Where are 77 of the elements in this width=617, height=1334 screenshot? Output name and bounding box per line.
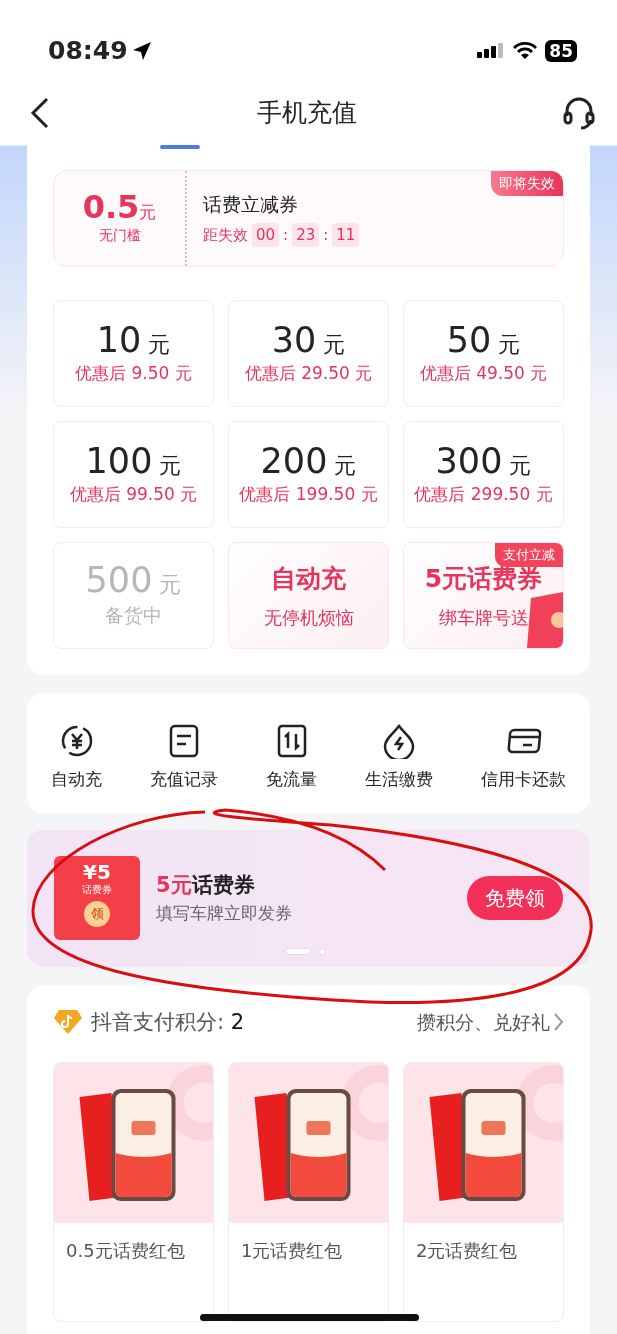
amount-unit: 元 [333,452,357,478]
coupon-amount: 0.5 [82,187,140,226]
promo-option[interactable]: 自动充 无停机烦恼 [228,542,389,649]
amount-unit: 元 [147,331,171,357]
amount-unit: 元 [158,572,182,598]
amount-value: 200 [260,440,328,481]
amount-note: 优惠后 9.50 元 [75,361,192,385]
amount-note: 备货中 [105,603,162,629]
chevron-icon [554,1013,564,1032]
claim-button[interactable]: 免费领 [467,876,563,920]
coupon-unit: 元 [139,201,157,222]
amount-value: 300 [435,440,503,481]
amount-value: 50 [446,319,492,360]
service-label[interactable]: 生活缴费 [365,767,433,793]
banner-title: 5元话费券 [156,871,256,899]
envelope-label: 话费券 [82,883,112,897]
product-card[interactable]: 2元话费红包 [403,1062,564,1322]
amount-option[interactable]: 30 元 优惠后 29.50 元 [228,300,389,407]
location-icon [131,41,152,61]
product-name: 2元话费红包 [415,1239,519,1263]
promo-banner[interactable]: ¥5 话费券 领 5元话费券 填写车牌立即发券 免费领 [27,829,590,967]
promo-title: 自动充 [271,563,346,596]
tab-indicator [160,145,200,149]
amount-value: 10 [96,319,142,360]
envelope-amount: ¥5 [83,862,111,882]
points-value: 2 [230,1009,245,1034]
countdown-digits: 11 [332,222,360,247]
wifi-icon [513,42,538,60]
envelope-badge: 领 [84,901,110,927]
promo-note: 无停机烦恼 [263,605,354,630]
amount-option[interactable]: 200 元 优惠后 199.50 元 [228,421,389,528]
time-separator: : [323,224,329,246]
service-label[interactable]: 信用卡还款 [481,767,566,793]
product-name: 1元话费红包 [240,1239,344,1263]
service-label[interactable]: 自动充 [51,767,102,793]
expiring-tag: 即将失效 [491,171,563,196]
coupon-condition: 无门槛 [98,226,141,246]
promo-note: 绑车牌号送 [438,605,529,630]
battery-level: 85 [545,40,577,62]
amount-note: 优惠后 29.50 元 [244,361,373,385]
amount-unit: 元 [158,452,182,478]
status-time: 08:49 [48,35,128,68]
amount-unit: 元 [322,331,346,357]
amount-option[interactable]: 50 元 优惠后 49.50 元 [403,300,564,407]
promo-option[interactable]: 支付立减 5元话费券 绑车牌号送 [403,542,564,649]
points-label: 抖音支付积分: [91,1009,225,1034]
product-card[interactable]: 0.5元话费红包 [53,1062,214,1322]
product-name: 0.5元话费红包 [65,1239,186,1263]
service-label[interactable]: 免流量 [266,767,317,793]
page-title: 手机充值 [256,96,357,129]
bolt-icon[interactable] [381,723,417,759]
amount-unit: 元 [508,452,532,478]
points-link[interactable]: 攒积分、兑好礼 [417,1008,564,1037]
countdown-label: 距失效 [203,224,248,246]
amount-option[interactable]: 300 元 优惠后 299.50 元 [403,421,564,528]
amount-option[interactable]: 10 元 优惠后 9.50 元 [53,300,214,407]
countdown-digits: 00 [252,222,280,247]
carousel-dot[interactable] [319,947,326,955]
time-separator: : [283,224,289,246]
amount-unit: 元 [497,331,521,357]
coupon-title: 话费立减券 [203,192,299,217]
service-label[interactable]: 充值记录 [150,767,218,793]
points-icon [53,1009,83,1036]
amount-option[interactable]: 100 元 优惠后 99.50 元 [53,421,214,528]
signal-icon [477,41,506,61]
amount-value: 100 [85,440,153,481]
amount-value: 30 [271,319,317,360]
amount-note: 优惠后 299.50 元 [414,482,553,506]
banner-subtitle: 填写车牌立即发券 [156,902,293,925]
countdown-digits: 23 [292,222,320,247]
amount-note: 优惠后 99.50 元 [69,482,198,506]
amount-value: 500 [85,560,153,601]
amount-note: 优惠后 199.50 元 [239,482,378,506]
amount-note: 优惠后 49.50 元 [419,361,548,385]
promo-tag: 支付立减 [495,543,563,567]
back-icon[interactable] [30,96,50,129]
headset-icon[interactable] [563,95,595,130]
